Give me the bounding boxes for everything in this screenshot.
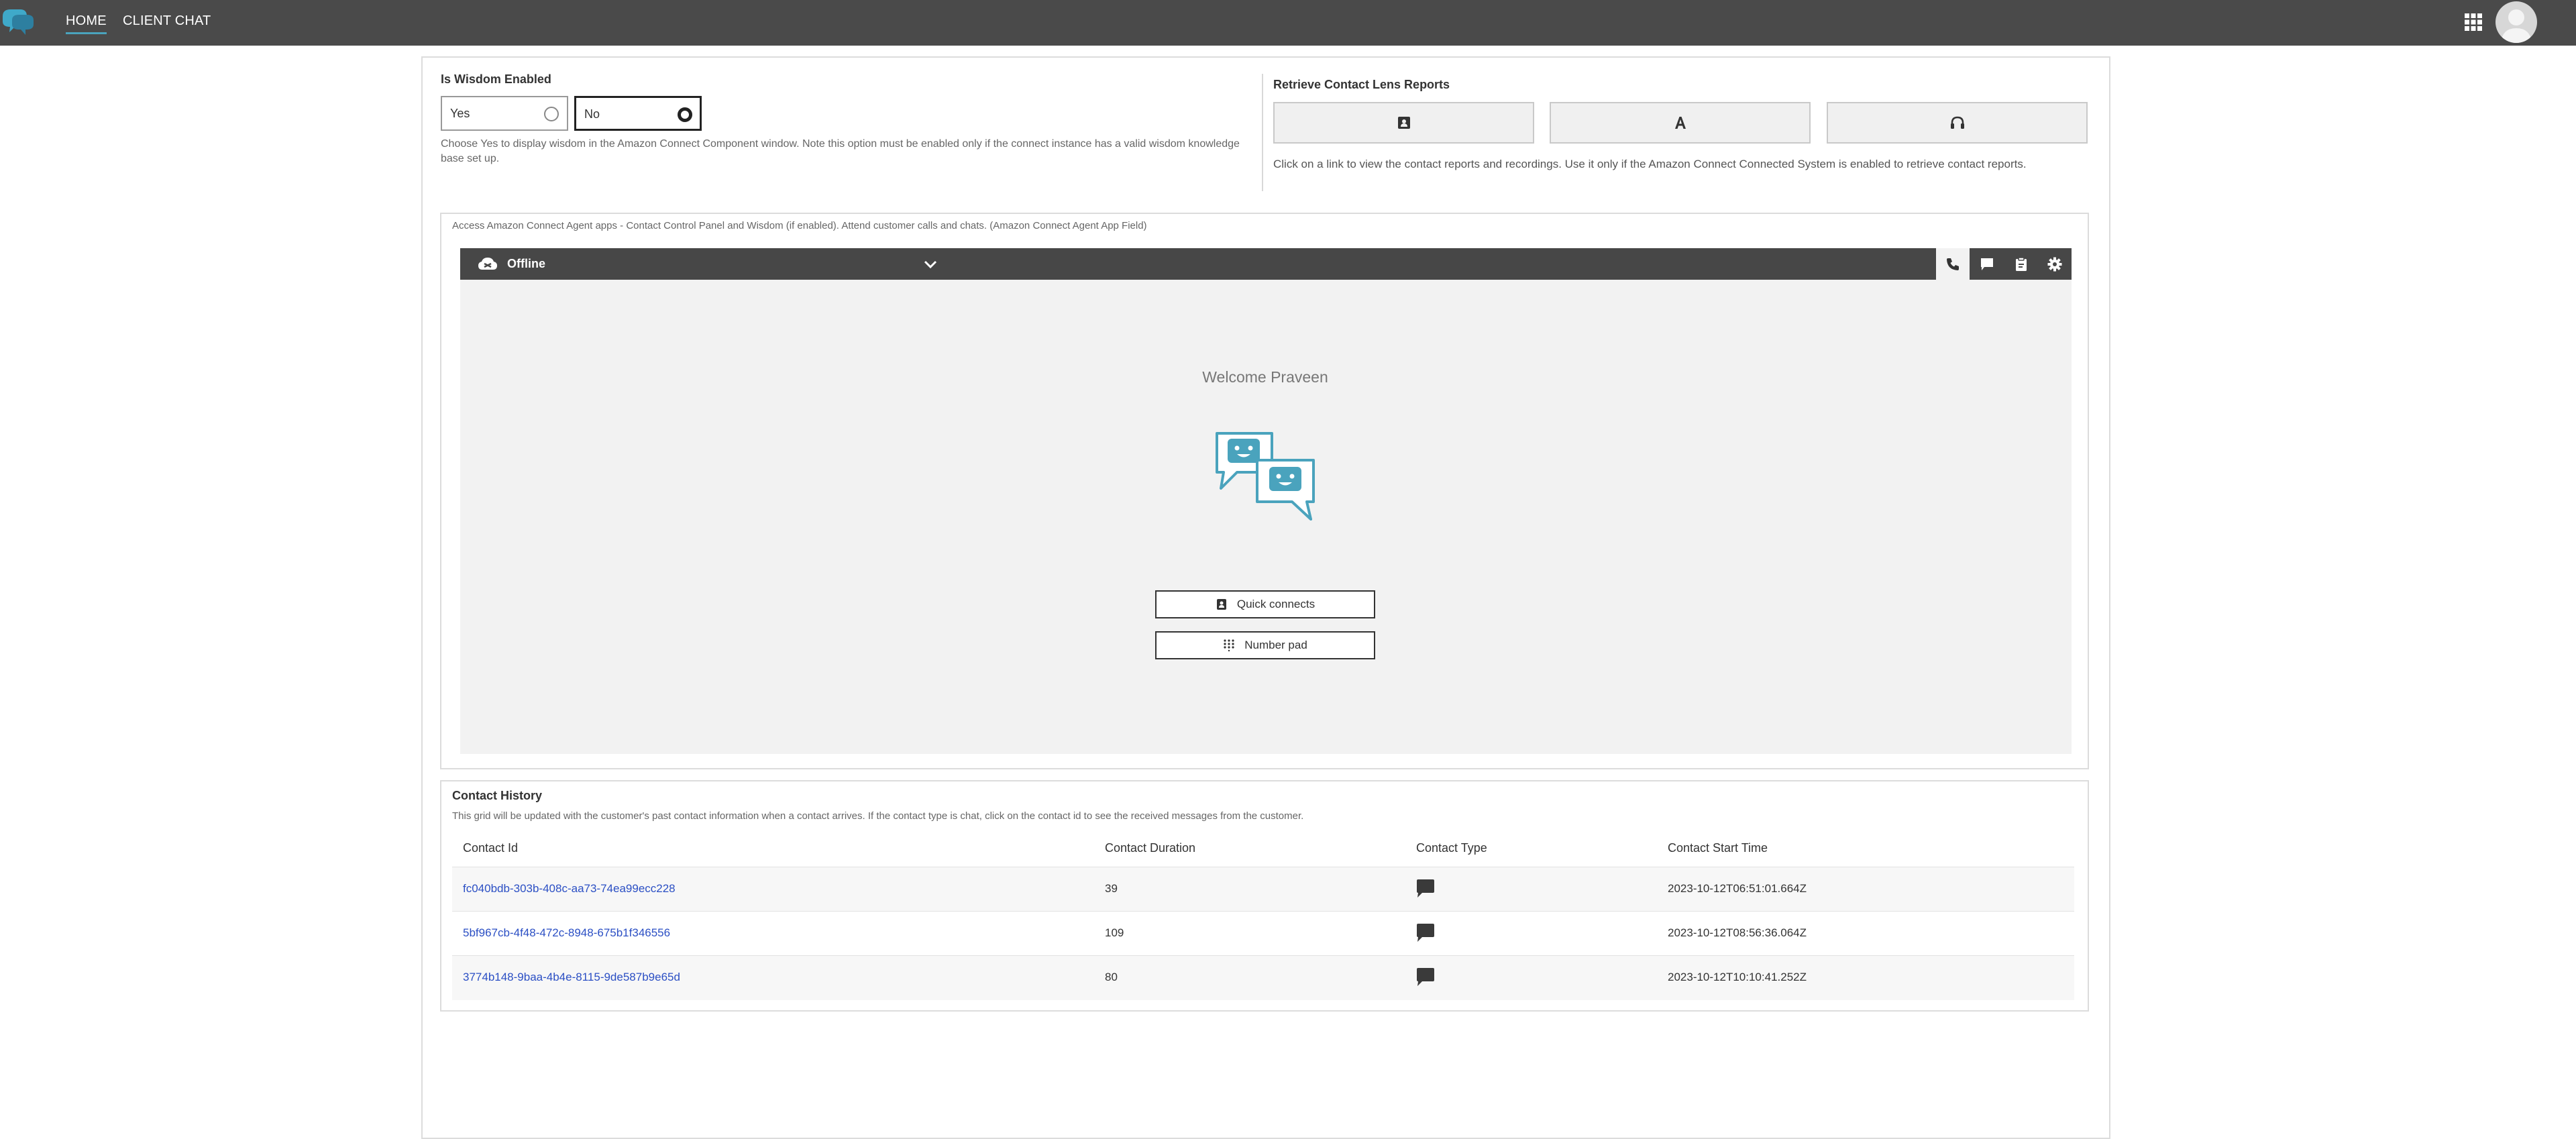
lens-transcript-button[interactable] xyxy=(1550,102,1811,144)
cloud-status-icon xyxy=(478,258,497,270)
column-header-contact-type[interactable]: Contact Type xyxy=(1416,841,1487,855)
number-pad-label: Number pad xyxy=(1244,639,1307,651)
chat-icon xyxy=(1417,879,1434,898)
wisdom-option-no-label: No xyxy=(584,107,600,121)
wisdom-option-no[interactable]: No xyxy=(574,96,702,131)
quick-connects-label: Quick connects xyxy=(1236,598,1316,610)
radio-unchecked-icon xyxy=(544,107,559,121)
section-divider xyxy=(1262,74,1263,191)
chat-icon xyxy=(1417,924,1434,942)
chat-icon xyxy=(1981,258,1993,270)
contact-start-time-cell: 2023-10-12T06:51:01.664Z xyxy=(1668,882,1807,895)
user-silhouette-icon xyxy=(2501,9,2532,43)
wisdom-option-yes[interactable]: Yes xyxy=(441,96,568,131)
top-nav-bar: HOME CLIENT CHAT xyxy=(0,0,2576,46)
table-row[interactable]: fc040bdb-303b-408c-aa73-74ea99ecc228 39 … xyxy=(452,867,2074,912)
wisdom-option-yes-label: Yes xyxy=(450,107,470,120)
contact-start-time-cell: 2023-10-12T08:56:36.064Z xyxy=(1668,926,1807,939)
wisdom-help-text: Choose Yes to display wisdom in the Amaz… xyxy=(441,138,1240,164)
column-header-contact-id[interactable]: Contact Id xyxy=(463,841,518,855)
agent-status-label[interactable]: Offline xyxy=(507,257,545,271)
wisdom-title: Is Wisdom Enabled xyxy=(441,72,551,86)
contact-id-link[interactable]: 5bf967cb-4f48-472c-8948-675b1f346556 xyxy=(463,926,670,940)
app-launcher-icon[interactable] xyxy=(2465,13,2482,31)
lens-title: Retrieve Contact Lens Reports xyxy=(1273,78,1450,91)
ccp-tab-phone[interactable] xyxy=(1936,248,1970,280)
headphones-icon xyxy=(1950,116,1964,129)
contact-id-link[interactable]: fc040bdb-303b-408c-aa73-74ea99ecc228 xyxy=(463,882,676,896)
clipboard-icon xyxy=(2016,256,2027,271)
app-logo-icon[interactable] xyxy=(0,4,35,39)
contact-card-icon xyxy=(1397,117,1410,129)
chat-icon xyxy=(1417,968,1434,986)
contact-id-link[interactable]: 3774b148-9baa-4b4e-8115-9de587b9e65d xyxy=(463,971,680,984)
keypad-icon xyxy=(1224,639,1234,651)
table-row[interactable]: 3774b148-9baa-4b4e-8115-9de587b9e65d 80 … xyxy=(452,955,2074,1000)
welcome-message: Welcome Praveen xyxy=(1202,368,1328,386)
column-header-contact-duration[interactable]: Contact Duration xyxy=(1105,841,1195,855)
user-avatar[interactable] xyxy=(2496,1,2537,43)
nav-tab-client-chat[interactable]: CLIENT CHAT xyxy=(123,12,211,32)
lens-help-text: Click on a link to view the contact repo… xyxy=(1273,158,2027,170)
number-pad-button[interactable]: Number pad xyxy=(1155,631,1375,659)
column-header-contact-start-time[interactable]: Contact Start Time xyxy=(1668,841,1768,855)
contact-start-time-cell: 2023-10-12T10:10:41.252Z xyxy=(1668,971,1807,983)
contact-history-help: This grid will be updated with the custo… xyxy=(452,810,1304,822)
lens-contact-report-button[interactable] xyxy=(1273,102,1534,144)
ccp-tab-settings[interactable] xyxy=(2038,248,2072,280)
phone-icon xyxy=(1947,258,1959,270)
contact-history-title: Contact History xyxy=(452,789,543,802)
ccp-tab-tasks[interactable] xyxy=(2004,248,2038,280)
contact-duration-cell: 39 xyxy=(1105,882,1118,895)
radio-checked-icon xyxy=(678,107,692,122)
lens-recording-button[interactable] xyxy=(1827,102,2088,144)
contact-duration-cell: 80 xyxy=(1105,971,1118,983)
ccp-tab-chat[interactable] xyxy=(1970,248,2004,280)
settings-icon xyxy=(2047,257,2062,271)
ccp-header: Offline xyxy=(460,248,2072,280)
nav-tab-home[interactable]: HOME xyxy=(66,12,107,34)
chevron-down-icon[interactable] xyxy=(923,258,938,271)
contact-duration-cell: 109 xyxy=(1105,926,1124,939)
chatbots-illustration-icon xyxy=(1216,432,1315,521)
agent-app-caption: Access Amazon Connect Agent apps - Conta… xyxy=(452,220,1147,231)
text-a-icon xyxy=(1674,117,1686,129)
quick-connects-button[interactable]: Quick connects xyxy=(1155,590,1375,618)
table-row[interactable]: 5bf967cb-4f48-472c-8948-675b1f346556 109… xyxy=(452,911,2074,956)
address-book-icon xyxy=(1216,599,1226,610)
